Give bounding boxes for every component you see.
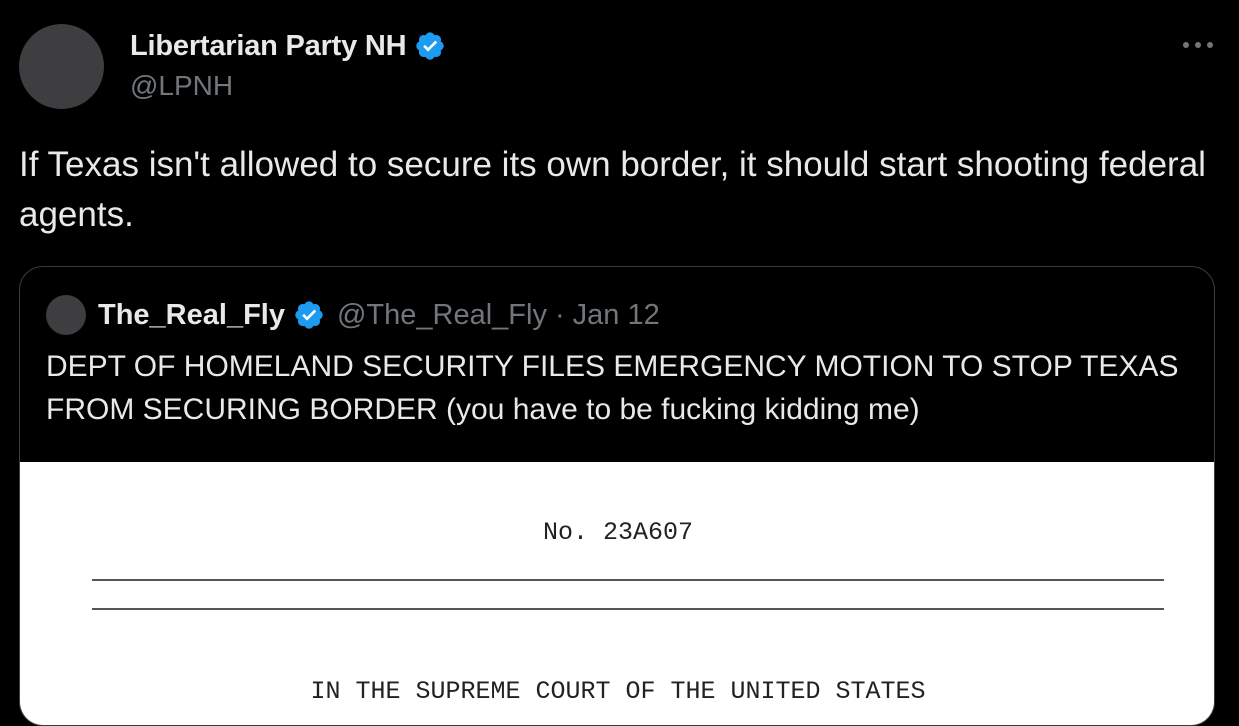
quoted-author-display-name: The_Real_Fly bbox=[98, 298, 285, 331]
quoted-tweet-date: Jan 12 bbox=[572, 298, 660, 331]
author-handle[interactable]: @LPNH bbox=[130, 70, 233, 102]
document-case-number: No. 23A607 bbox=[542, 518, 694, 547]
tweet-text: If Texas isn't allowed to secure its own… bbox=[19, 145, 1206, 234]
author-display-name[interactable]: Libertarian Party NH bbox=[130, 30, 407, 63]
author-name-row: Libertarian Party NH bbox=[130, 26, 446, 66]
quoted-tweet-header: The_Real_Fly @The_Real_Fly · Jan 12 bbox=[98, 295, 660, 335]
quoted-author-avatar bbox=[46, 295, 86, 335]
author-avatar[interactable] bbox=[19, 24, 104, 109]
verified-badge-icon bbox=[416, 32, 445, 60]
more-horizontal-icon bbox=[1183, 42, 1213, 48]
document-rule-bottom bbox=[92, 608, 1164, 610]
quoted-tweet-text: DEPT OF HOMELAND SECURITY FILES EMERGENC… bbox=[46, 350, 1179, 426]
separator-dot: · bbox=[554, 298, 565, 331]
quoted-author-handle: @The_Real_Fly bbox=[336, 298, 547, 331]
quoted-tweet-image[interactable]: No. 23A607 IN THE SUPREME COURT OF THE U… bbox=[20, 462, 1214, 725]
tweet[interactable]: Libertarian Party NH @LPNH If Texas isn'… bbox=[0, 0, 1239, 726]
more-options-button[interactable] bbox=[1180, 30, 1216, 60]
quoted-tweet-card[interactable]: The_Real_Fly @The_Real_Fly · Jan 12 DEPT… bbox=[19, 266, 1215, 726]
document-rule-top bbox=[92, 579, 1164, 581]
verified-badge-icon bbox=[295, 301, 323, 329]
